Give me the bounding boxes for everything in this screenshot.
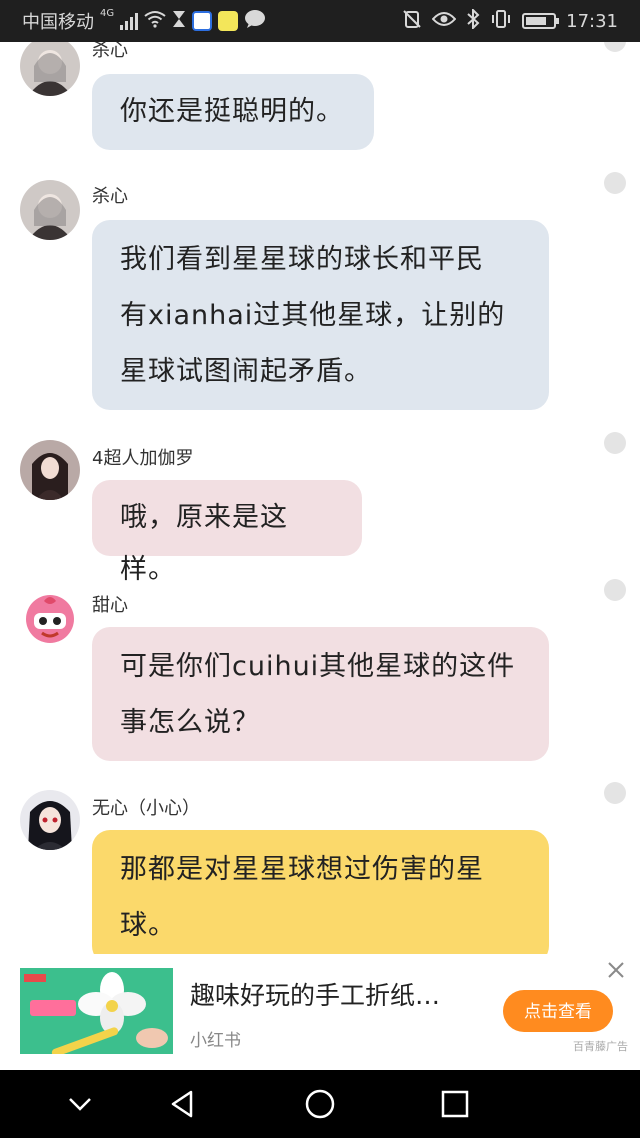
avatar[interactable] <box>20 587 80 647</box>
ad-title[interactable]: 趣味好玩的手工折纸… <box>190 976 440 1012</box>
message-text-line: 你还是挺聪明的。 <box>120 96 344 127</box>
ad-view-button[interactable]: 点击查看 <box>503 990 613 1032</box>
chat-message-list[interactable]: 杀心 你还是挺聪明的。 杀心 我们看到星星球的球长和平民 有xianhai过其他… <box>0 42 640 954</box>
vibrate-icon <box>490 9 512 34</box>
message-text-line: 星球试图闹起矛盾。 <box>120 356 372 387</box>
ad-banner[interactable]: 趣味好玩的手工折纸… 小红书 点击查看 百青藤广告 <box>0 954 640 1070</box>
message-text-line: 有xianhai过其他星球，让别的 <box>120 300 506 331</box>
recents-square-icon[interactable] <box>435 1084 475 1124</box>
sender-name: 杀心 <box>92 186 128 207</box>
back-triangle-icon[interactable] <box>163 1084 203 1124</box>
eye-icon <box>431 11 457 32</box>
avatar[interactable] <box>20 180 80 240</box>
wifi-icon <box>144 10 166 33</box>
signal-icon <box>120 12 139 30</box>
message-bubble[interactable]: 我们看到星星球的球长和平民 有xianhai过其他星球，让别的 星球试图闹起矛盾… <box>92 220 549 410</box>
message-text-line: 球。 <box>120 910 176 941</box>
message-text-line: 可是你们cuihui其他星球的这件 <box>120 651 516 682</box>
battery-icon <box>522 13 560 29</box>
bluetooth-icon <box>466 7 480 34</box>
chevron-down-icon[interactable] <box>60 1084 100 1124</box>
avatar[interactable] <box>20 42 80 96</box>
baidu-app-icon <box>192 11 213 31</box>
chat-notification-icon <box>244 9 266 34</box>
sender-name: 4超人加伽罗 <box>92 448 194 469</box>
navigation-bar <box>0 1070 640 1138</box>
app-notification-icon <box>218 11 239 31</box>
sender-name: 无心（小心） <box>92 798 200 819</box>
clock: 17:31 <box>566 10 618 32</box>
message-bubble[interactable]: 那都是对星星球想过伤害的星 球。 <box>92 830 549 954</box>
network-type: 4G <box>100 8 115 19</box>
message-text-line: 事怎么说？ <box>120 707 260 738</box>
home-circle-icon[interactable] <box>300 1084 340 1124</box>
message-text-line: 那都是对星星球想过伤害的星 <box>120 854 484 885</box>
avatar[interactable] <box>20 440 80 500</box>
close-icon[interactable] <box>607 960 625 985</box>
ad-tag: 百青藤广告 <box>573 1040 628 1053</box>
message-text-line: 我们看到星星球的球长和平民 <box>120 244 484 275</box>
ad-source: 小红书 <box>190 1031 241 1051</box>
sender-name: 杀心 <box>92 42 128 61</box>
status-bar: 中国移动 4G 17:31 <box>0 0 640 42</box>
select-indicator[interactable] <box>604 42 626 52</box>
hourglass-icon <box>172 10 186 33</box>
message-bubble[interactable]: 可是你们cuihui其他星球的这件 事怎么说？ <box>92 627 549 761</box>
message-bubble[interactable]: 你还是挺聪明的。 <box>92 74 374 150</box>
select-indicator[interactable] <box>604 432 626 454</box>
sender-name: 甜心 <box>92 595 128 616</box>
select-indicator[interactable] <box>604 579 626 601</box>
carrier-label: 中国移动 <box>22 12 94 33</box>
message-bubble[interactable]: 哦，原来是这样。 <box>92 480 362 585</box>
select-indicator[interactable] <box>604 782 626 804</box>
ad-thumbnail[interactable] <box>20 968 173 1054</box>
select-indicator[interactable] <box>604 172 626 194</box>
no-sim-icon <box>402 9 422 34</box>
message-text-line: 哦，原来是这样。 <box>120 502 288 585</box>
avatar[interactable] <box>20 790 80 850</box>
